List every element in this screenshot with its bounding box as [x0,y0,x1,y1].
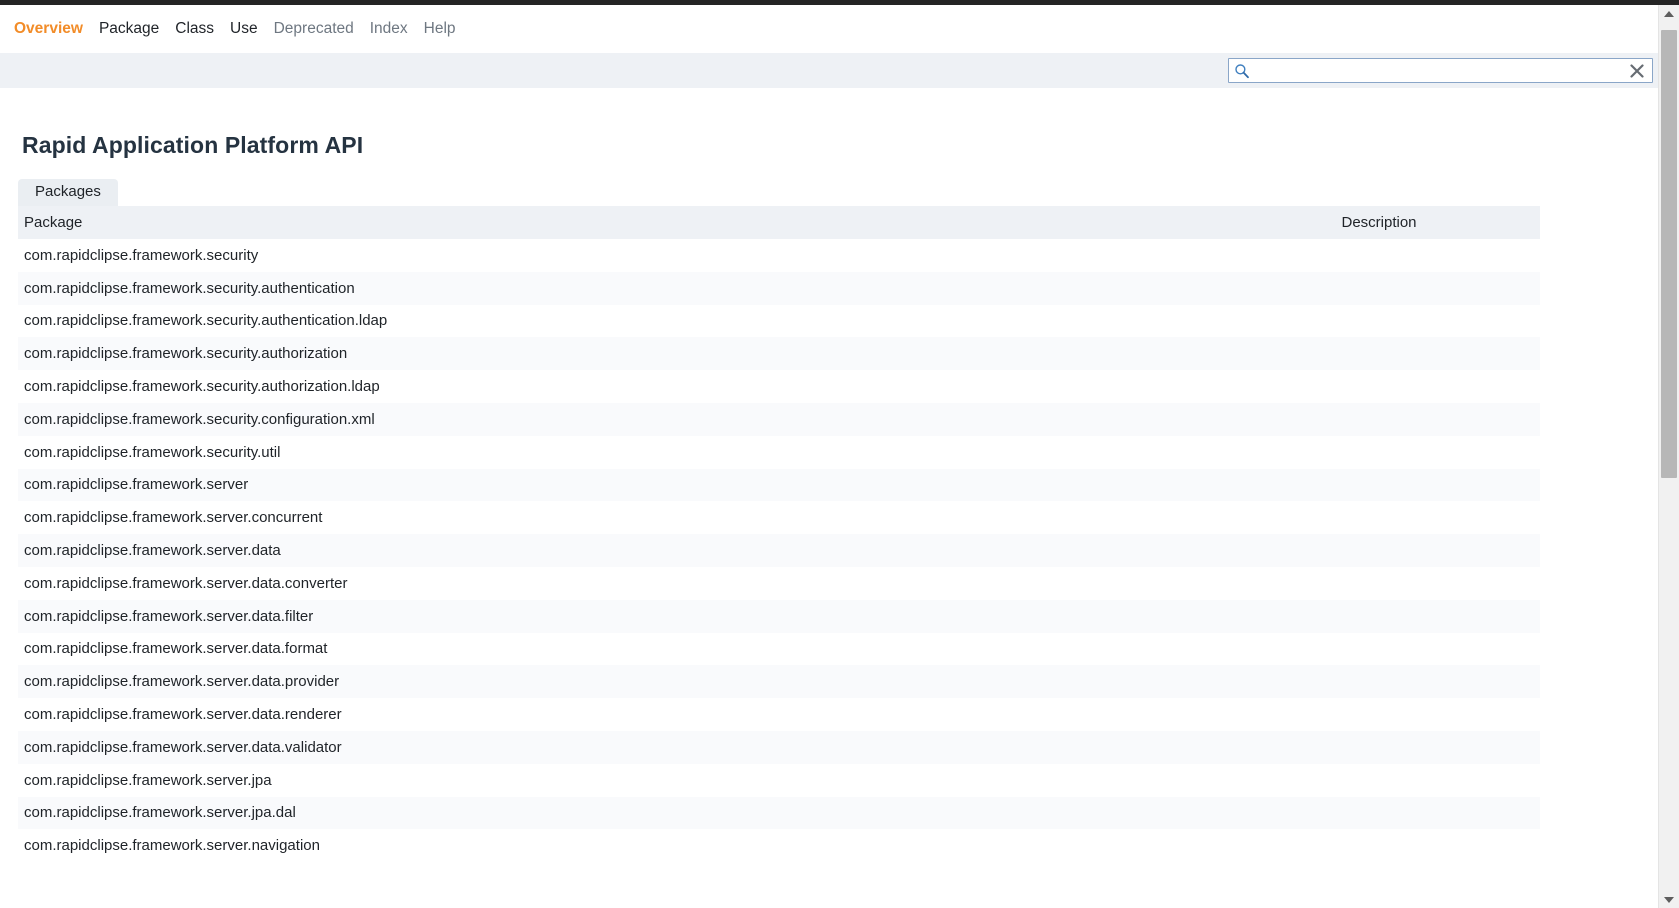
document-viewport: Overview Package Class Use Deprecated In… [0,5,1658,908]
nav-item-index[interactable]: Index [362,19,416,39]
table-row[interactable]: com.rapidclipse.framework.server.jpa [18,763,1540,797]
vertical-scrollbar[interactable] [1658,5,1679,908]
page-root: Overview Package Class Use Deprecated In… [0,0,1679,908]
package-description-cell [1218,600,1540,633]
table-row[interactable]: com.rapidclipse.framework.security [18,239,1540,272]
package-name-cell[interactable]: com.rapidclipse.framework.security.confi… [18,403,1218,436]
scrollbar-track[interactable] [1659,22,1679,891]
table-row[interactable]: com.rapidclipse.framework.server.data.pr… [18,665,1540,699]
tab-packages[interactable]: Packages [18,179,118,206]
nav-item-package[interactable]: Package [91,19,167,39]
package-description-cell [1218,665,1540,698]
table-row[interactable]: com.rapidclipse.framework.server.data.fo… [18,632,1540,666]
package-description-cell [1218,764,1540,797]
table-row[interactable]: com.rapidclipse.framework.server.data.co… [18,566,1540,600]
package-name-cell[interactable]: com.rapidclipse.framework.security [18,239,1218,272]
package-name-cell[interactable]: com.rapidclipse.framework.server.jpa.dal [18,797,1218,830]
table-head: Package Description [18,206,1540,239]
table-body: com.rapidclipse.framework.security com.ra… [18,239,1540,863]
package-name-cell[interactable]: com.rapidclipse.framework.server.concurr… [18,501,1218,534]
search-box[interactable] [1228,58,1653,83]
table-row[interactable]: com.rapidclipse.framework.server.jpa.dal [18,796,1540,830]
package-description-cell [1218,829,1540,862]
page-title: Rapid Application Platform API [22,132,364,159]
package-name-cell[interactable]: com.rapidclipse.framework.server [18,469,1218,502]
search-input[interactable] [1252,60,1626,81]
table-header-row: Package Description [18,206,1540,239]
package-name-cell[interactable]: com.rapidclipse.framework.security.authe… [18,305,1218,338]
package-name-cell[interactable]: com.rapidclipse.framework.server.data.va… [18,731,1218,764]
package-description-cell [1218,534,1540,567]
package-name-cell[interactable]: com.rapidclipse.framework.security.autho… [18,337,1218,370]
package-description-cell [1218,239,1540,272]
column-header-package[interactable]: Package [18,206,1218,239]
triangle-down-icon[interactable] [1659,891,1679,908]
package-description-cell [1218,567,1540,600]
package-name-cell[interactable]: com.rapidclipse.framework.server.data.fi… [18,600,1218,633]
package-description-cell [1218,633,1540,666]
table-row[interactable]: com.rapidclipse.framework.server [18,468,1540,502]
packages-table: Package Description com.rapidclipse.fram… [18,206,1540,863]
package-description-cell [1218,272,1540,305]
nav-item-class[interactable]: Class [167,19,222,39]
table-row[interactable]: com.rapidclipse.framework.security.util [18,435,1540,469]
table-row[interactable]: com.rapidclipse.framework.server.concurr… [18,501,1540,535]
scrollbar-thumb[interactable] [1661,30,1677,478]
package-description-cell [1218,403,1540,436]
package-name-cell[interactable]: com.rapidclipse.framework.server.data.pr… [18,665,1218,698]
triangle-up-icon[interactable] [1659,5,1679,22]
top-navigation: Overview Package Class Use Deprecated In… [0,5,1658,53]
table-row[interactable]: com.rapidclipse.framework.security.autho… [18,337,1540,371]
search-band [0,53,1658,88]
package-description-cell [1218,436,1540,469]
nav-item-use[interactable]: Use [222,19,266,39]
package-name-cell[interactable]: com.rapidclipse.framework.server.data.co… [18,567,1218,600]
package-name-cell[interactable]: com.rapidclipse.framework.server.navigat… [18,829,1218,862]
table-row[interactable]: com.rapidclipse.framework.security.authe… [18,304,1540,338]
package-description-cell [1218,337,1540,370]
column-header-description[interactable]: Description [1218,206,1540,239]
package-name-cell[interactable]: com.rapidclipse.framework.server.data.fo… [18,633,1218,666]
package-description-cell [1218,469,1540,502]
package-name-cell[interactable]: com.rapidclipse.framework.security.autho… [18,370,1218,403]
table-row[interactable]: com.rapidclipse.framework.server.data.fi… [18,599,1540,633]
package-name-cell[interactable]: com.rapidclipse.framework.security.authe… [18,272,1218,305]
table-row[interactable]: com.rapidclipse.framework.server.data.va… [18,730,1540,764]
nav-item-help[interactable]: Help [416,19,464,39]
table-row[interactable]: com.rapidclipse.framework.security.confi… [18,402,1540,436]
package-description-cell [1218,698,1540,731]
close-icon[interactable] [1626,60,1648,82]
nav-item-overview[interactable]: Overview [6,19,91,39]
package-description-cell [1218,797,1540,830]
tab-strip: Packages [18,179,118,206]
table-row[interactable]: com.rapidclipse.framework.server.data [18,534,1540,567]
package-description-cell [1218,731,1540,764]
package-name-cell[interactable]: com.rapidclipse.framework.security.util [18,436,1218,469]
table-row[interactable]: com.rapidclipse.framework.server.navigat… [18,829,1540,863]
package-description-cell [1218,370,1540,403]
package-name-cell[interactable]: com.rapidclipse.framework.server.data [18,534,1218,567]
package-name-cell[interactable]: com.rapidclipse.framework.server.data.re… [18,698,1218,731]
table-row[interactable]: com.rapidclipse.framework.server.data.re… [18,698,1540,731]
package-description-cell [1218,305,1540,338]
table-row[interactable]: com.rapidclipse.framework.security.autho… [18,370,1540,403]
nav-item-deprecated[interactable]: Deprecated [266,19,362,39]
package-name-cell[interactable]: com.rapidclipse.framework.server.jpa [18,764,1218,797]
search-icon [1232,61,1252,81]
table-row[interactable]: com.rapidclipse.framework.security.authe… [18,271,1540,305]
package-description-cell [1218,501,1540,534]
